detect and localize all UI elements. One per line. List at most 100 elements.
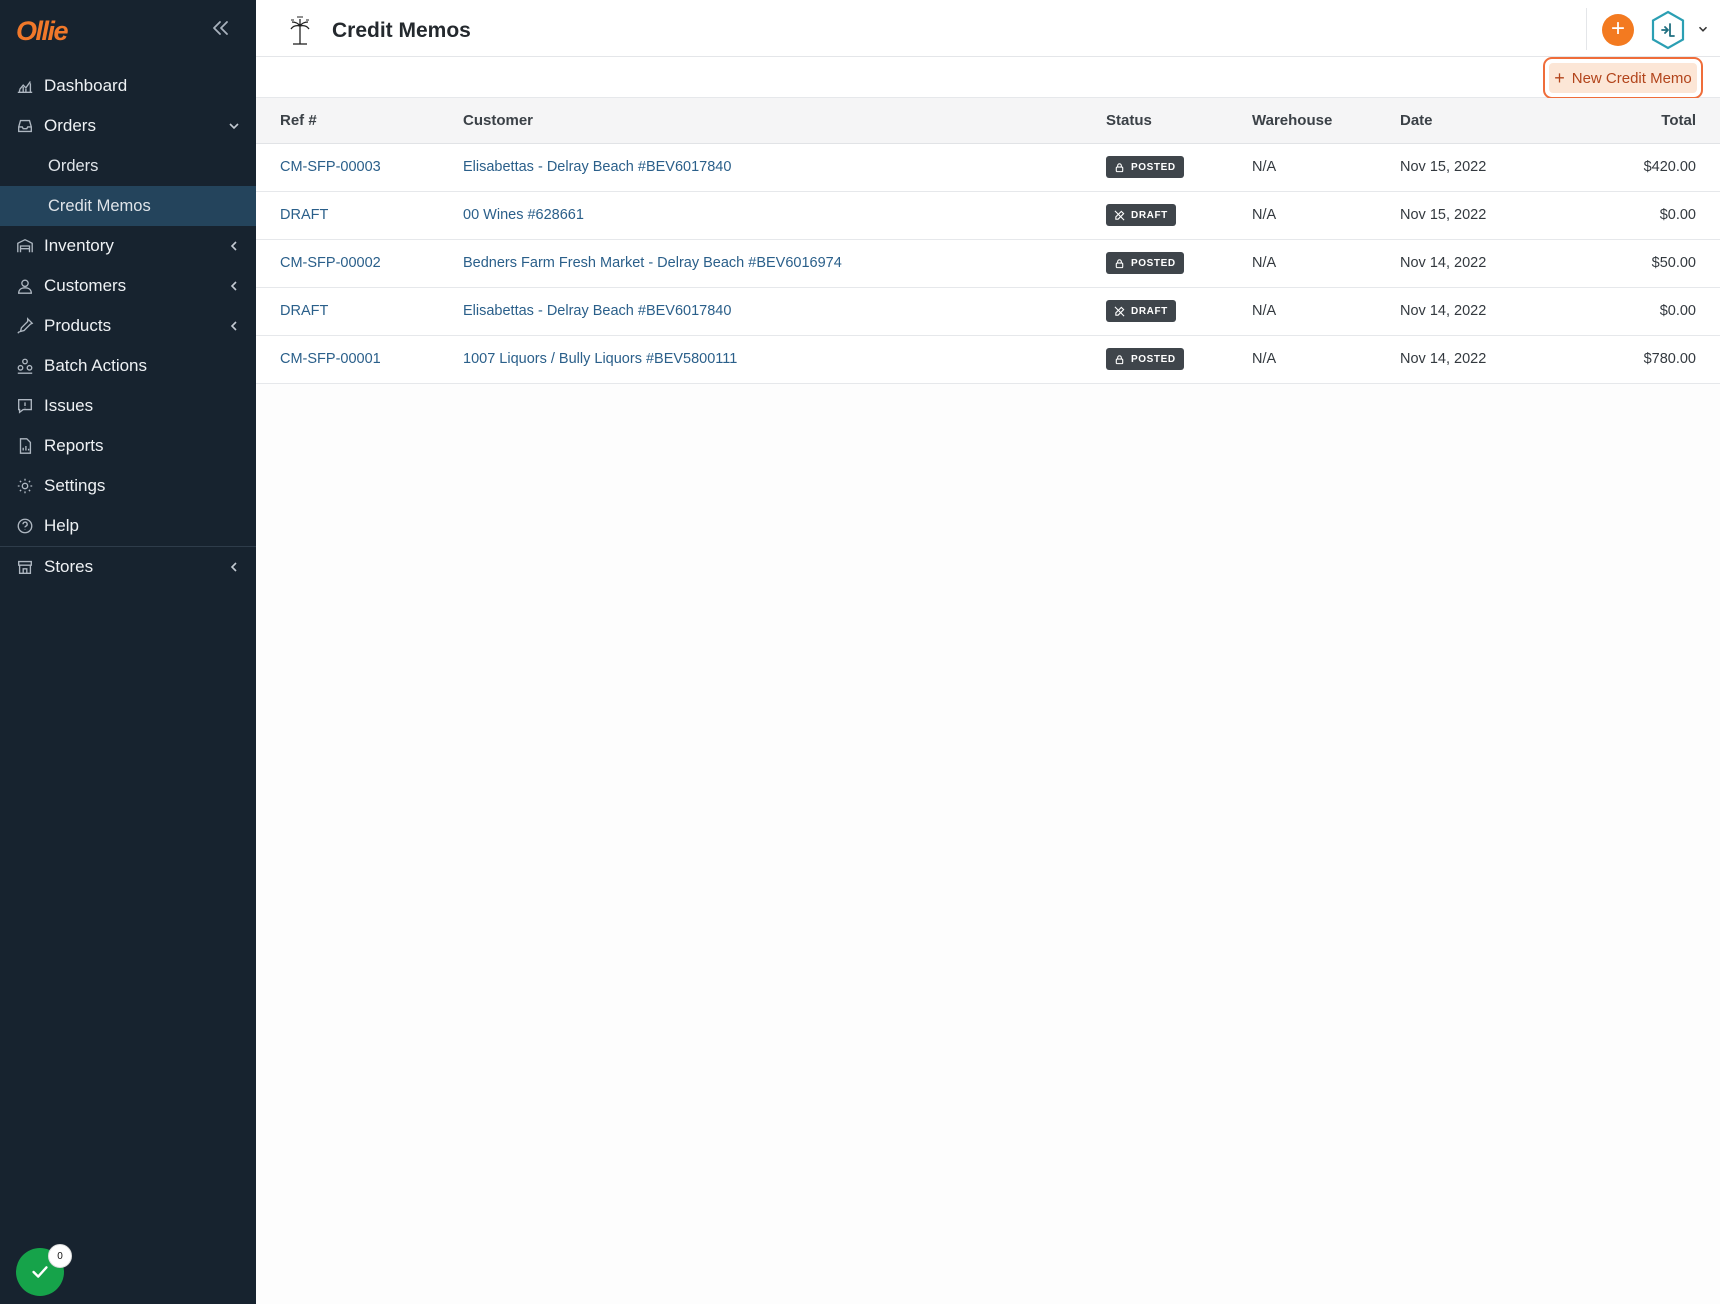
sidebar-item-batch-actions[interactable]: Batch Actions — [0, 346, 256, 386]
collapse-sidebar-icon[interactable] — [208, 16, 232, 40]
ref-link[interactable]: CM-SFP-00001 — [280, 351, 381, 367]
credit-memos-table-container: Ref # Customer Status Warehouse Date Tot… — [256, 98, 1720, 384]
total-cell: $0.00 — [1659, 303, 1696, 319]
table-row[interactable]: CM-SFP-00003 Elisabettas - Delray Beach … — [256, 143, 1720, 191]
sidebar-item-issues[interactable]: Issues — [0, 386, 256, 426]
page-title: Credit Memos — [332, 19, 471, 42]
report-icon — [16, 437, 34, 455]
ref-link[interactable]: DRAFT — [280, 303, 328, 319]
sidebar-item-label: Issues — [44, 396, 94, 415]
column-header-status[interactable]: Status — [1106, 98, 1252, 143]
sidebar-item-label: Stores — [44, 557, 94, 576]
sidebar-item-label: Dashboard — [44, 76, 128, 95]
status-count-badge: 0 — [48, 1244, 72, 1268]
column-header-date[interactable]: Date — [1400, 98, 1600, 143]
customer-link[interactable]: Elisabettas - Delray Beach #BEV6017840 — [463, 159, 731, 175]
lock-icon — [1115, 258, 1124, 268]
date-cell: Nov 15, 2022 — [1400, 159, 1487, 175]
new-credit-memo-label: New Credit Memo — [1571, 69, 1692, 87]
chevron-down-icon — [226, 118, 242, 134]
column-header-customer[interactable]: Customer — [463, 98, 1106, 143]
help-icon — [16, 517, 34, 535]
quick-add-button[interactable]: + — [1602, 14, 1634, 46]
user-icon — [16, 277, 34, 295]
status-badge: DRAFT — [1106, 204, 1176, 226]
inbox-icon — [16, 117, 34, 135]
status-text: POSTED — [1131, 161, 1176, 173]
sidebar-item-dashboard[interactable]: Dashboard — [0, 66, 256, 106]
status-badge: POSTED — [1106, 252, 1184, 274]
chevron-down-icon[interactable] — [1696, 22, 1710, 36]
sidebar-item-inventory[interactable]: Inventory — [0, 226, 256, 266]
sidebar-item-reports[interactable]: Reports — [0, 426, 256, 466]
chevron-left-icon — [226, 559, 242, 575]
table-row[interactable]: CM-SFP-00002 Bedners Farm Fresh Market -… — [256, 239, 1720, 287]
chevron-left-icon — [226, 238, 242, 254]
customer-link[interactable]: Elisabettas - Delray Beach #BEV6017840 — [463, 303, 731, 319]
total-cell: $420.00 — [1643, 159, 1696, 175]
column-header-total[interactable]: Total — [1600, 98, 1720, 143]
store-icon — [16, 558, 34, 576]
header-divider — [1586, 8, 1587, 50]
column-header-warehouse[interactable]: Warehouse — [1252, 98, 1400, 143]
status-text: DRAFT — [1131, 209, 1168, 221]
chevron-left-icon — [226, 318, 242, 334]
sidebar-item-label: Orders — [44, 116, 96, 135]
status-text: POSTED — [1131, 353, 1176, 365]
top-bar: Credit Memos + — [256, 0, 1720, 57]
sidebar-item-label: Settings — [44, 476, 106, 495]
warehouse-cell: N/A — [1252, 255, 1277, 271]
sidebar-item-label: Customers — [44, 276, 127, 295]
user-avatar-icon[interactable] — [1650, 10, 1686, 50]
sidebar-item-stores[interactable]: Stores — [0, 547, 256, 587]
sidebar-item-help[interactable]: Help — [0, 506, 256, 546]
table-row[interactable]: CM-SFP-00001 1007 Liquors / Bully Liquor… — [256, 335, 1720, 383]
status-text: DRAFT — [1131, 305, 1168, 317]
lock-icon — [1115, 162, 1124, 172]
column-header-ref[interactable]: Ref # — [256, 98, 463, 143]
customer-link[interactable]: Bedners Farm Fresh Market - Delray Beach… — [463, 255, 842, 271]
alert-message-icon — [16, 397, 34, 415]
total-cell: $50.00 — [1651, 255, 1696, 271]
gear-icon — [16, 477, 34, 495]
lock-icon — [1115, 354, 1124, 364]
sidebar-subitem-credit-memos[interactable]: Credit Memos — [0, 186, 256, 226]
status-badge: POSTED — [1106, 348, 1184, 370]
plus-icon: + — [1610, 15, 1625, 42]
ref-link[interactable]: CM-SFP-00003 — [280, 159, 381, 175]
new-credit-memo-button[interactable]: + New Credit Memo — [1543, 57, 1703, 99]
sidebar-item-label: Reports — [44, 436, 104, 455]
warehouse-cell: N/A — [1252, 207, 1277, 223]
date-cell: Nov 14, 2022 — [1400, 303, 1487, 319]
ref-link[interactable]: DRAFT — [280, 207, 328, 223]
boxes-icon — [16, 357, 34, 375]
sidebar-item-label: Help — [44, 516, 79, 535]
credit-memos-table: Ref # Customer Status Warehouse Date Tot… — [256, 98, 1720, 384]
ref-link[interactable]: CM-SFP-00002 — [280, 255, 381, 271]
bottle-icon — [16, 317, 34, 335]
sidebar-item-customers[interactable]: Customers — [0, 266, 256, 306]
total-cell: $0.00 — [1659, 207, 1696, 223]
warehouse-cell: N/A — [1252, 351, 1277, 367]
organization-logo-icon — [286, 14, 314, 48]
customer-link[interactable]: 00 Wines #628661 — [463, 207, 584, 223]
sidebar-subitem-orders[interactable]: Orders — [0, 146, 256, 186]
sidebar-item-products[interactable]: Products — [0, 306, 256, 346]
total-cell: $780.00 — [1643, 351, 1696, 367]
date-cell: Nov 14, 2022 — [1400, 255, 1487, 271]
warehouse-icon — [16, 237, 34, 255]
chevron-left-icon — [226, 278, 242, 294]
pencil-icon — [1114, 306, 1125, 316]
sidebar-item-orders[interactable]: Orders — [0, 106, 256, 146]
warehouse-cell: N/A — [1252, 303, 1277, 319]
sidebar-item-label: Batch Actions — [44, 356, 148, 375]
table-row[interactable]: DRAFT Elisabettas - Delray Beach #BEV601… — [256, 287, 1720, 335]
plus-icon: + — [1554, 68, 1565, 88]
sidebar-item-settings[interactable]: Settings — [0, 466, 256, 506]
warehouse-cell: N/A — [1252, 159, 1277, 175]
date-cell: Nov 15, 2022 — [1400, 207, 1487, 223]
table-row[interactable]: DRAFT 00 Wines #628661 DRAFT N/A Nov 15,… — [256, 191, 1720, 239]
app-logo[interactable]: Ollie — [16, 16, 69, 47]
status-text: POSTED — [1131, 257, 1176, 269]
customer-link[interactable]: 1007 Liquors / Bully Liquors #BEV5800111 — [463, 351, 737, 367]
